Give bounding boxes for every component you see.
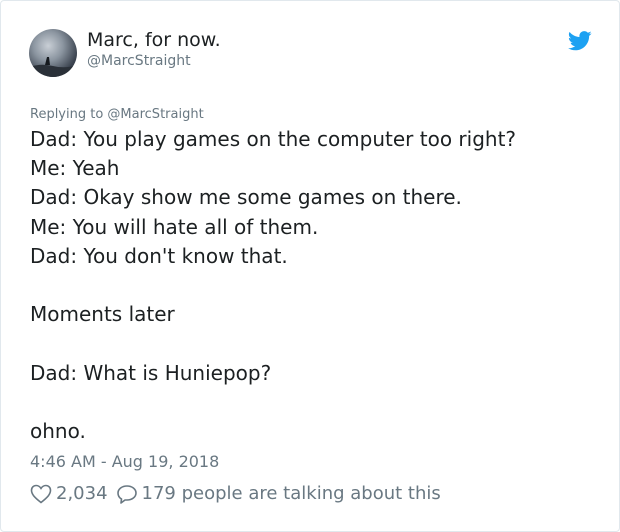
tweet-line: ohno.	[30, 418, 86, 443]
author-handle[interactable]: @MarcStraight	[87, 53, 191, 69]
tweet-line: Dad: You don't know that.	[30, 243, 288, 268]
tweet-actions: 2,034 179 people are talking about this	[30, 483, 441, 504]
tweet-text: Dad: You play games on the computer too …	[30, 125, 600, 446]
avatar[interactable]	[29, 29, 77, 77]
tweet-line: Moments later	[30, 302, 175, 327]
reply-bubble-icon[interactable]	[116, 484, 138, 504]
replying-to-label[interactable]: Replying to @MarcStraight	[30, 107, 204, 122]
conversation-count[interactable]: 179 people are talking about this	[142, 483, 441, 504]
author-name[interactable]: Marc, for now.	[87, 29, 221, 51]
tweet-line: Dad: You play games on the computer too …	[30, 127, 517, 151]
tweet-line: Dad: Okay show me some games on there.	[30, 185, 462, 210]
tweet-line: Dad: What is Huniepop?	[30, 360, 272, 385]
heart-icon[interactable]	[30, 484, 52, 504]
twitter-bird-icon[interactable]	[568, 31, 592, 51]
tweet-line: Me: You will hate all of them.	[30, 214, 319, 239]
tweet-line: Me: Yeah	[30, 156, 120, 181]
tweet-timestamp[interactable]: 4:46 AM - Aug 19, 2018	[30, 452, 219, 471]
tweet-card: Marc, for now. @MarcStraight Replying to…	[0, 0, 620, 532]
like-count[interactable]: 2,034	[56, 483, 108, 504]
